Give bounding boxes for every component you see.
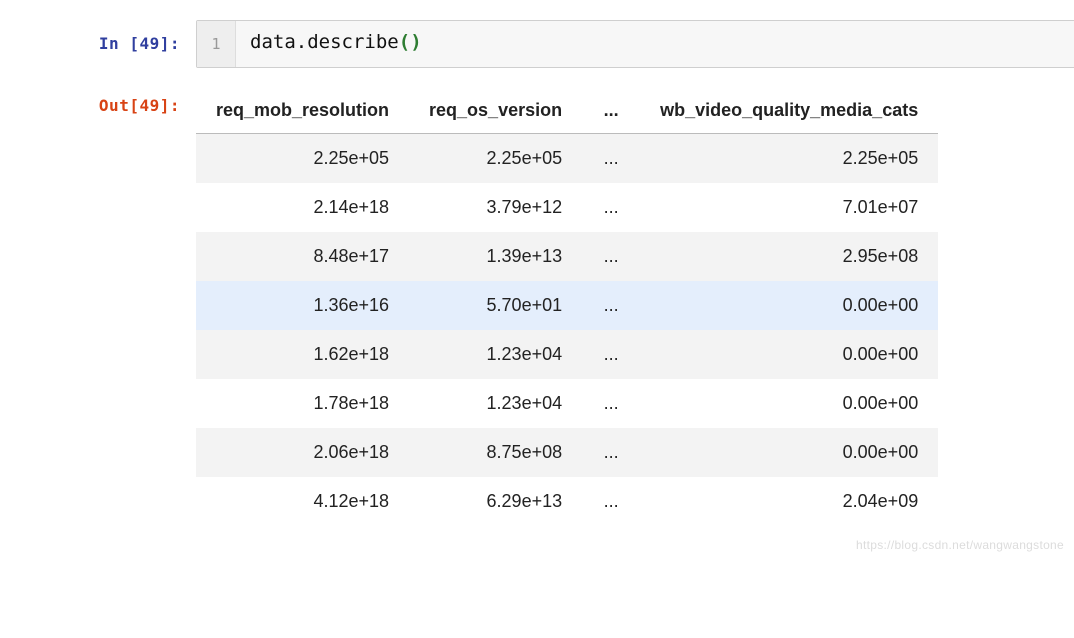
table-cell: 2.04e+09 xyxy=(640,477,938,526)
line-gutter: 1 xyxy=(197,21,236,67)
input-prompt: In [49]: xyxy=(0,20,196,68)
table-header: req_mob_resolutionreq_os_version...wb_vi… xyxy=(196,94,938,134)
input-prompt-prefix: In xyxy=(99,34,129,53)
table-cell: 2.25e+05 xyxy=(640,134,938,184)
table-cell: 7.01e+07 xyxy=(640,183,938,232)
cell-ellipsis: ... xyxy=(582,379,640,428)
table-body: 2.25e+052.25e+05...2.25e+052.14e+183.79e… xyxy=(196,134,938,527)
input-cell: In [49]: 1 data.describe() xyxy=(0,20,1074,68)
cell-ellipsis: ... xyxy=(582,134,640,184)
line-number: 1 xyxy=(211,35,220,53)
table-cell: 8.48e+17 xyxy=(196,232,409,281)
table-row: 2.25e+052.25e+05...2.25e+05 xyxy=(196,134,938,184)
table-cell: 2.14e+18 xyxy=(196,183,409,232)
output-cell: Out[49]: req_mob_resolutionreq_os_versio… xyxy=(0,94,1074,526)
table-cell: 3.79e+12 xyxy=(409,183,582,232)
table-cell: 1.36e+16 xyxy=(196,281,409,330)
code-paren-open: ( xyxy=(399,31,410,53)
bracket-close: ]: xyxy=(160,34,180,53)
cell-ellipsis: ... xyxy=(582,330,640,379)
table-row: 4.12e+186.29e+13...2.04e+09 xyxy=(196,477,938,526)
code-dot: . xyxy=(296,31,307,53)
code-editor[interactable]: 1 data.describe() xyxy=(196,20,1074,68)
table-cell: 1.23e+04 xyxy=(409,379,582,428)
dataframe-output: req_mob_resolutionreq_os_version...wb_vi… xyxy=(196,94,1074,526)
column-header: wb_video_quality_media_cats xyxy=(640,94,938,134)
table-row: 1.36e+165.70e+01...0.00e+00 xyxy=(196,281,938,330)
table-cell: 1.39e+13 xyxy=(409,232,582,281)
column-ellipsis: ... xyxy=(582,94,640,134)
table-cell: 1.78e+18 xyxy=(196,379,409,428)
column-header: req_os_version xyxy=(409,94,582,134)
code-method: describe xyxy=(307,31,399,53)
output-prompt-prefix: Out xyxy=(99,96,129,115)
table-cell: 1.62e+18 xyxy=(196,330,409,379)
bracket-close: ]: xyxy=(160,96,180,115)
code-object: data xyxy=(250,31,296,53)
cell-ellipsis: ... xyxy=(582,183,640,232)
watermark: https://blog.csdn.net/wangwangstone xyxy=(856,538,1064,552)
dataframe-table: req_mob_resolutionreq_os_version...wb_vi… xyxy=(196,94,938,526)
table-row: 2.14e+183.79e+12...7.01e+07 xyxy=(196,183,938,232)
table-cell: 8.75e+08 xyxy=(409,428,582,477)
cell-ellipsis: ... xyxy=(582,428,640,477)
table-row: 1.62e+181.23e+04...0.00e+00 xyxy=(196,330,938,379)
table-cell: 4.12e+18 xyxy=(196,477,409,526)
table-cell: 6.29e+13 xyxy=(409,477,582,526)
table-cell: 0.00e+00 xyxy=(640,330,938,379)
table-cell: 0.00e+00 xyxy=(640,281,938,330)
output-prompt: Out[49]: xyxy=(0,94,196,526)
cell-ellipsis: ... xyxy=(582,281,640,330)
code-paren-close: ) xyxy=(410,31,421,53)
column-header: req_mob_resolution xyxy=(196,94,409,134)
table-cell: 2.25e+05 xyxy=(409,134,582,184)
table-cell: 2.06e+18 xyxy=(196,428,409,477)
table-cell: 0.00e+00 xyxy=(640,428,938,477)
bracket-open: [ xyxy=(129,34,139,53)
table-cell: 5.70e+01 xyxy=(409,281,582,330)
notebook-cell: In [49]: 1 data.describe() Out[49]: req_… xyxy=(0,0,1074,556)
table-row: 1.78e+181.23e+04...0.00e+00 xyxy=(196,379,938,428)
output-prompt-number: 49 xyxy=(139,96,159,115)
table-cell: 2.25e+05 xyxy=(196,134,409,184)
cell-ellipsis: ... xyxy=(582,477,640,526)
code-text[interactable]: data.describe() xyxy=(236,21,1074,67)
table-row: 8.48e+171.39e+13...2.95e+08 xyxy=(196,232,938,281)
table-cell: 0.00e+00 xyxy=(640,379,938,428)
bracket-open: [ xyxy=(129,96,139,115)
table-row: 2.06e+188.75e+08...0.00e+00 xyxy=(196,428,938,477)
cell-ellipsis: ... xyxy=(582,232,640,281)
table-cell: 1.23e+04 xyxy=(409,330,582,379)
table-cell: 2.95e+08 xyxy=(640,232,938,281)
input-prompt-number: 49 xyxy=(139,34,159,53)
